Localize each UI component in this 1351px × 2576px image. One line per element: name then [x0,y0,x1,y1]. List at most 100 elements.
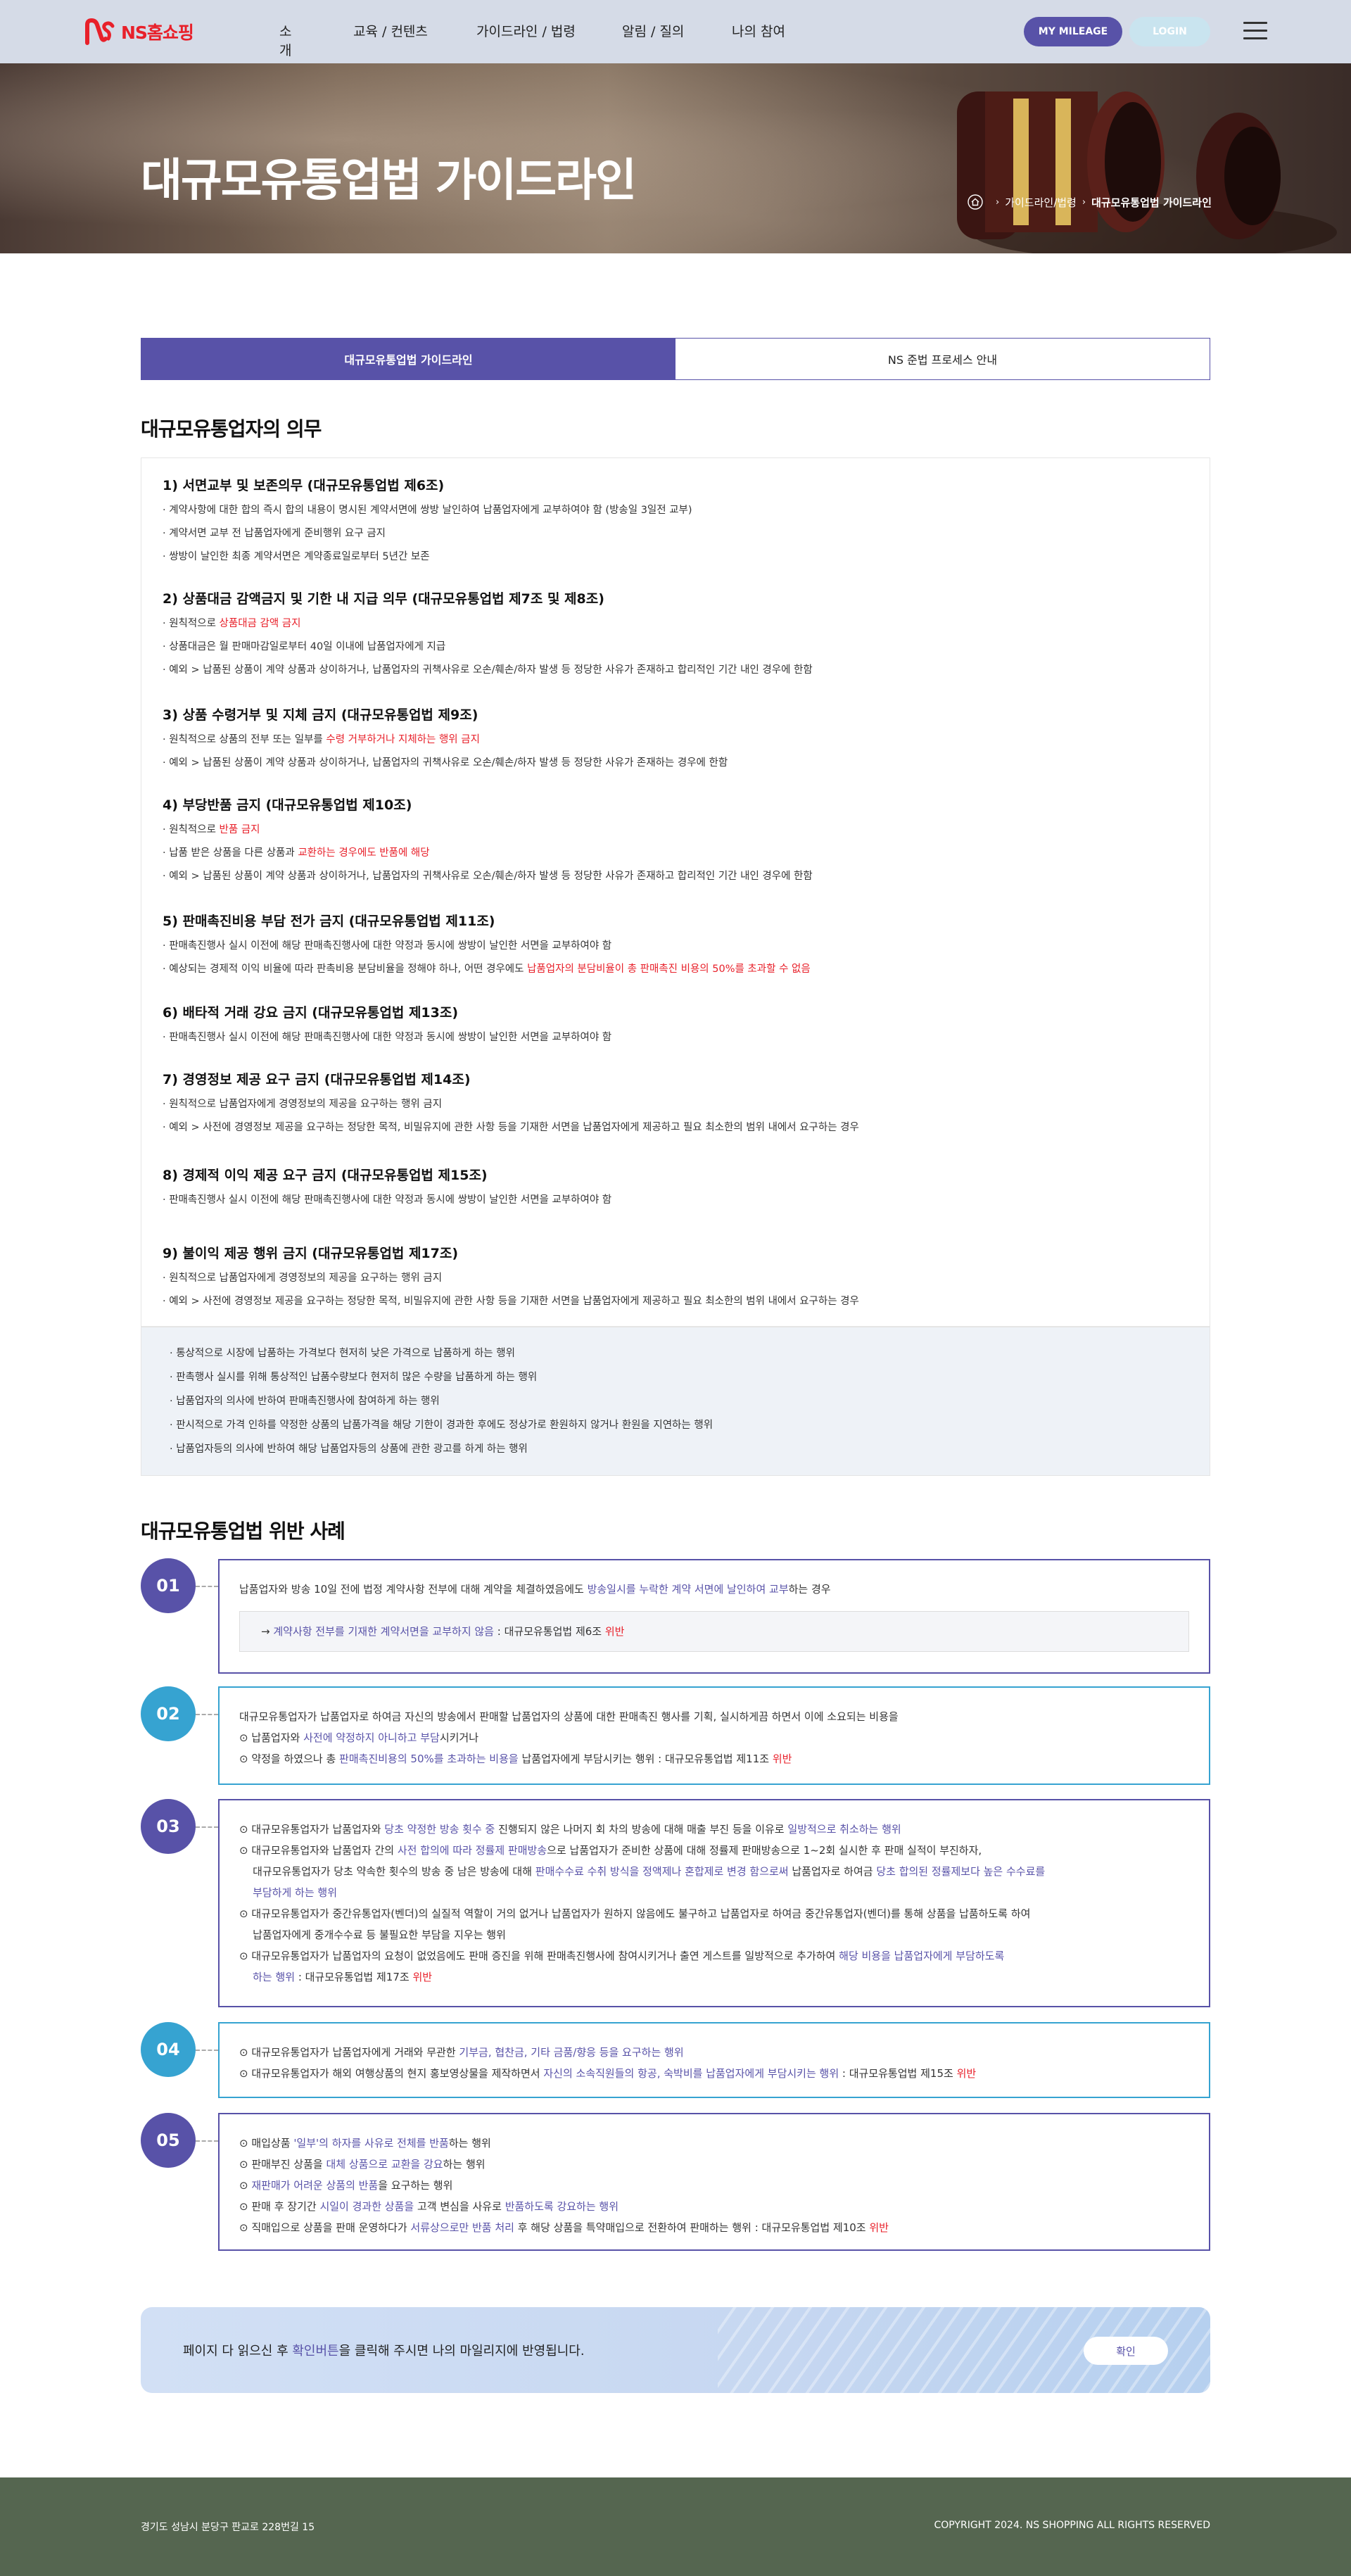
my-mileage-button[interactable]: MY MILEAGE [1024,17,1122,46]
highlight-text: '일부'의 하자를 사유로 전체를 반품 [293,2137,449,2149]
duty-line-text: · 예외 > 납품된 상품이 계약 상품과 상이하거나, 납품업자의 귀책사유로… [163,871,813,882]
duty-item: 4) 부당반품 금지 (대규모유통업법 제10조) · 원칙적으로 반품 금지 · … [163,793,1190,888]
highlight-text: 해당 비용을 납품업자에게 부담하도록 [839,1950,1005,1962]
duty-line-text: · 예상되는 경제적 이익 비율에 따라 판촉비용 분담비율을 정해야 하나, … [163,964,528,975]
case-line: ⊙ 납품업자와 사전에 약정하지 아니하고 부담시키거나 [239,1727,1189,1748]
case-connector [196,1714,218,1715]
case-line-text [239,1971,253,1983]
logo-text: NS홈쇼핑 [121,23,194,43]
duty-item: 1) 서면교부 및 보존의무 (대규모유통업법 제6조) · 계약사항에 대한 합… [163,474,1190,569]
nav-item-participation[interactable]: 나의 참여 [732,21,785,40]
case-line: 대규모유통업자가 납품업자로 하여금 자신의 방송에서 판매할 납품업자의 상품… [239,1706,1189,1727]
case-line-text: ⊙ 약정을 하였으나 총 [239,1753,340,1765]
case-box: ⊙ 대규모유통업자가 납품업자에게 거래와 무관한 기부금, 협찬금, 기타 금… [218,2022,1210,2098]
hamburger-menu-icon[interactable] [1243,22,1267,40]
highlight-text: 하는 행위 [253,1971,296,1983]
case-line-text: 진행되지 않은 나머지 회 차의 방송에 대해 매출 부진 등을 이유로 [495,1823,788,1836]
confirm-button[interactable]: 확인 [1084,2337,1168,2365]
nav-item-education[interactable]: 교육 / 컨텐츠 [353,21,428,40]
duty-title: 8) 경제적 이익 제공 요구 금지 (대규모유통업법 제15조) [163,1168,488,1183]
case-line-text: ⊙ 대규모유통업자가 중간유통업자(벤더)의 실질적 역할이 거의 없거나 납품… [239,1907,1031,1920]
cases-section-title: 대규모유통업법 위반 사례 [141,1520,345,1543]
duty-line-text: · 예외 > 사전에 경영정보 제공을 요구하는 정당한 목적, 비밀유지에 관… [163,1122,859,1133]
case-line: ⊙ 대규모유통업자가 납품업자의 요청이 없었음에도 판매 증진을 위해 판매촉… [239,1945,1189,1966]
login-button[interactable]: LOGIN [1129,17,1210,46]
duty-title: 5) 판매촉진비용 부담 전가 금지 (대규모유통업법 제11조) [163,914,495,929]
case-line-text: 하는 행위 [443,2158,486,2171]
duties-box: 1) 서면교부 및 보존의무 (대규모유통업법 제6조) · 계약사항에 대한 합… [141,457,1210,1327]
duty-title: 7) 경영정보 제공 요구 금지 (대규모유통업법 제14조) [163,1072,471,1087]
duty-item: 7) 경영정보 제공 요구 금지 (대규모유통업법 제14조) · 원칙적으로 납… [163,1068,1190,1139]
site-header: NS홈쇼핑 소개 교육 / 컨텐츠 가이드라인 / 법령 알림 / 질의 나의 … [0,0,1351,63]
note-line: · 납품업자등의 의사에 반하여 해당 납품업자등의 상품에 관한 광고를 하게… [170,1444,528,1455]
case-line-text: ⊙ 대규모유통업자가 납품업자의 요청이 없었음에도 판매 증진을 위해 판매촉… [239,1950,839,1962]
case-connector [196,1826,218,1828]
case-line: ⊙ 직매입으로 상품을 판매 운영하다가 서류상으로만 반품 처리 후 해당 상… [239,2217,1189,2238]
breadcrumb-item[interactable]: 가이드라인/법령 [1005,195,1077,210]
chevron-right-icon: › [996,196,1000,208]
case-line-text: ⊙ 대규모유통업자가 납품업자와 [239,1823,385,1836]
duties-section-title: 대규모유통업자의 의무 [141,417,322,441]
case-line-text: ⊙ 대규모유통업자가 납품업자에게 거래와 무관한 [239,2046,459,2059]
highlight-text: 부담하게 하는 행위 [253,1886,338,1899]
highlight-text: 일방적으로 취소하는 행위 [787,1823,901,1836]
duty-line: · 예외 > 사전에 경영정보 제공을 요구하는 정당한 목적, 비밀유지에 관… [163,1290,1190,1313]
highlight-text: 사전에 약정하지 아니하고 부담 [303,1731,440,1744]
tab-guideline[interactable]: 대규모유통업법 가이드라인 [141,339,676,379]
page-title: 대규모유통업법 가이드라인 [141,155,637,207]
case-connector [196,1586,218,1587]
hero-banner: 대규모유통업법 가이드라인 › 가이드라인/법령 › 대규모유통업법 가이드라인 [0,63,1351,253]
chevron-right-icon: › [1082,196,1086,208]
duty-item: 9) 불이익 제공 행위 금지 (대규모유통업법 제17조) · 원칙적으로 납품… [163,1242,1190,1313]
highlight-text: 위반 [412,1971,433,1983]
duty-title: 3) 상품 수령거부 및 지체 금지 (대규모유통업법 제9조) [163,707,478,723]
case-line-text: ⊙ 판매 후 장기간 [239,2200,320,2213]
gavel-image [957,91,1337,253]
duties-list: 1) 서면교부 및 보존의무 (대규모유통업법 제6조) · 계약사항에 대한 합… [163,474,1190,1313]
case-line: 대규모유통업자가 당초 약속한 횟수의 방송 중 남은 방송에 대해 판매수수료… [239,1861,1189,1882]
note-line: · 통상적으로 시장에 납품하는 가격보다 현저히 낮은 가격으로 납품하게 하… [170,1348,515,1359]
site-footer: 경기도 성남시 분당구 판교로 228번길 15 COPYRIGHT 2024.… [0,2477,1351,2576]
duty-line-text: · 판매촉진행사 실시 이전에 해당 판매촉진행사에 대한 약정과 동시에 쌍방… [163,1194,612,1206]
nav-item-guidelines[interactable]: 가이드라인 / 법령 [476,21,576,40]
case-line-text: 납품업자와 방송 10일 전에 법정 계약사항 전부에 대해 계약을 체결하였음… [239,1583,588,1596]
case-line: 하는 행위 : 대규모유통업법 제17조 위반 [239,1966,1189,1988]
duty-line-text: · 원칙적으로 [163,618,220,629]
case-line-text: 고객 변심을 사유로 [414,2200,505,2213]
case-number-badge: 03 [141,1799,196,1854]
duty-title: 2) 상품대금 감액금지 및 기한 내 지급 의무 (대규모유통업법 제7조 및… [163,591,604,607]
duty-title: 9) 불이익 제공 행위 금지 (대규모유통업법 제17조) [163,1246,459,1261]
duty-line: · 예상되는 경제적 이익 비율에 따라 판촉비용 분담비율을 정해야 하나, … [163,958,1190,981]
case-line-text: 시키거나 [439,1731,479,1744]
highlight-text: 당초 합의된 정률제보다 높은 수수료를 [876,1865,1046,1878]
case-line-text: 으로 납품업자가 준비한 상품에 대해 정률제 판매방송으로 1~2회 실시한 … [547,1844,982,1857]
case-box: ⊙ 대규모유통업자가 납품업자와 당초 약정한 방송 횟수 중 진행되지 않은 … [218,1799,1210,2007]
case-connector [196,2050,218,2051]
tab-compliance-process[interactable]: NS 준법 프로세스 안내 [676,339,1210,379]
duty-item: 3) 상품 수령거부 및 지체 금지 (대규모유통업법 제9조) · 원칙적으로 … [163,703,1190,775]
nav-item-intro[interactable]: 소개 [279,21,291,59]
highlight-text: 교환하는 경우에도 반품에 해당 [298,847,430,859]
duty-line-text: · 예외 > 납품된 상품이 계약 상품과 상이하거나, 납품업자의 귀책사유로… [163,664,813,676]
note-line: · 납품업자의 의사에 반하여 판매촉진행사에 참여하게 하는 행위 [170,1396,440,1407]
duty-line-text: · 상품대금은 월 판매마감일로부터 40일 이내에 납품업자에게 지급 [163,641,446,652]
site-logo[interactable]: NS홈쇼핑 [84,17,194,46]
highlight-text: 판매수수료 수취 방식을 정액제나 혼합제로 변경 함으로써 [535,1865,789,1878]
duty-line-text: · 원칙적으로 [163,824,220,835]
duty-item: 5) 판매촉진비용 부담 전가 금지 (대규모유통업법 제11조) · 판매촉진행… [163,909,1190,981]
duty-line: · 판매촉진행사 실시 이전에 해당 판매촉진행사에 대한 약정과 동시에 쌍방… [163,1189,1190,1212]
duties-notes-box: · 통상적으로 시장에 납품하는 가격보다 현저히 낮은 가격으로 납품하게 하… [141,1327,1210,1476]
confirm-banner: 페이지 다 읽으신 후 확인버튼을 클릭해 주시면 나의 마일리지에 반영됩니다… [141,2307,1210,2393]
nav-item-notices[interactable]: 알림 / 질의 [622,21,684,40]
case-line: ⊙ 대규모유통업자가 해외 여행상품의 현지 홍보영상물을 제작하면서 자신의 … [239,2063,1189,2084]
case-line-text: 납품업자에게 중개수수료 등 불필요한 부담을 지우는 행위 [239,1928,506,1941]
duty-line: · 원칙적으로 상품의 전부 또는 일부를 수령 거부하거나 지체하는 행위 금… [163,728,1190,752]
ns-logo-icon [85,18,115,45]
duty-line: · 계약사항에 대한 합의 즉시 합의 내용이 명시된 계약서면에 쌍방 날인하… [163,499,1190,522]
highlight-text: 수령 거부하거나 지체하는 행위 금지 [326,734,480,745]
case-line-text [239,1886,253,1899]
footer-address: 경기도 성남시 분당구 판교로 228번길 15 [141,2522,315,2533]
highlight-text: 시일이 경과한 상품을 [319,2200,414,2213]
home-icon[interactable] [968,194,983,210]
case-line-text: 하는 경우 [788,1583,831,1596]
